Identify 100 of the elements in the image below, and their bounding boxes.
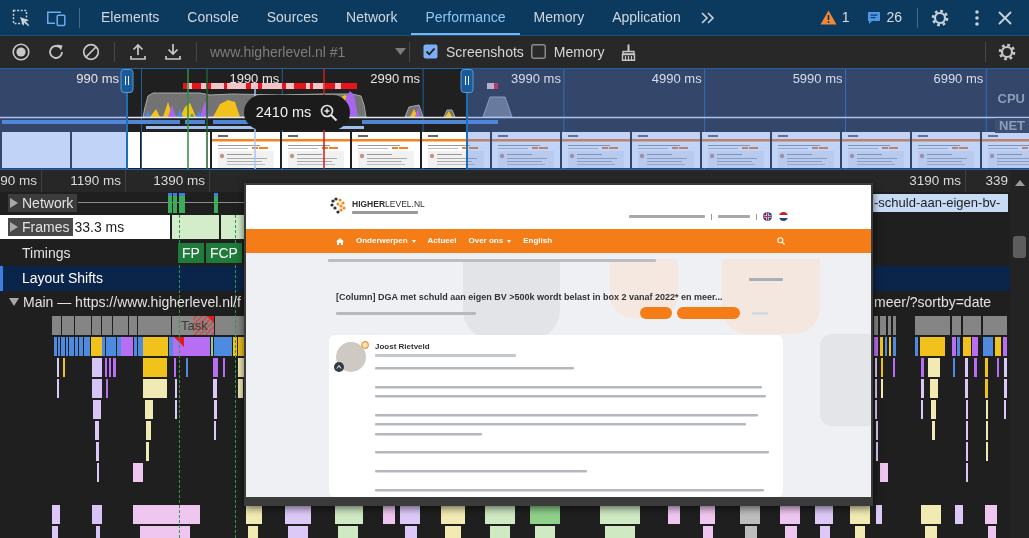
pill-shape xyxy=(640,307,672,319)
screenshot-thumbnail-drawing xyxy=(282,132,350,168)
warning-icon[interactable] xyxy=(819,10,837,25)
time-label: 3990 ms xyxy=(511,71,561,86)
more-tabs-icon[interactable] xyxy=(700,11,715,24)
flame-chart-row[interactable] xyxy=(57,379,243,398)
track-header[interactable]: Network xyxy=(8,194,78,212)
upload-icon[interactable] xyxy=(129,43,147,61)
timing-marker[interactable]: FCP xyxy=(205,243,242,263)
download-icon[interactable] xyxy=(164,43,182,61)
settings-icon[interactable] xyxy=(931,8,949,27)
text-placeholder-line xyxy=(718,215,750,218)
vertical-scrollbar[interactable] xyxy=(1010,170,1029,538)
caret-right-icon[interactable] xyxy=(10,222,18,232)
track-label: Layout Shifts xyxy=(22,270,103,287)
screenshot-thumbnail-drawing xyxy=(492,132,560,168)
text-placeholder-line xyxy=(749,278,783,281)
lane-label: NET xyxy=(995,118,1029,133)
long-task-strip xyxy=(487,83,498,89)
flame-chart-row[interactable] xyxy=(875,379,1007,398)
timing-marker[interactable]: FP xyxy=(178,243,204,263)
flame-chart-row[interactable] xyxy=(52,505,997,524)
tab[interactable]: Memory xyxy=(519,0,599,35)
checkbox-label[interactable]: Memory xyxy=(553,43,605,61)
ruler-tick-label: 1190 ms xyxy=(70,173,121,188)
screenshot-thumbnail-drawing xyxy=(352,132,420,168)
tab[interactable]: Sources xyxy=(252,0,333,35)
zoom-in-icon[interactable] xyxy=(320,103,339,122)
flame-chart-row[interactable] xyxy=(54,337,244,356)
track-label[interactable]: Network xyxy=(22,194,74,212)
badge-icon xyxy=(334,362,344,372)
checkbox[interactable] xyxy=(530,44,546,60)
flame-chart-row[interactable] xyxy=(875,358,1007,377)
more-options-icon[interactable] xyxy=(975,9,979,26)
network-request-bar[interactable]: -schuld-aan-eigen-bv- xyxy=(872,194,1008,212)
flame-chart-row[interactable] xyxy=(96,442,149,461)
clear-icon[interactable] xyxy=(82,43,100,61)
message-count[interactable]: 26 xyxy=(886,9,902,26)
blank-screenshot-thumbnail xyxy=(2,132,70,168)
screenshot-thumbnail-drawing xyxy=(212,132,280,168)
range-handle[interactable] xyxy=(120,69,134,169)
hover-time: 2410 ms xyxy=(255,103,312,122)
logo-icon xyxy=(330,197,347,216)
track-header[interactable]: Frames xyxy=(8,218,74,236)
track-label[interactable]: Frames xyxy=(22,218,70,236)
track-label[interactable]: Main — https://www.higherlevel.nl/f xyxy=(23,293,241,311)
scroll-up-icon[interactable] xyxy=(1014,180,1025,186)
reload-icon[interactable] xyxy=(47,43,65,61)
broom-icon[interactable] xyxy=(620,43,638,61)
time-label: 4990 ms xyxy=(651,71,702,86)
nav-menu-text: Onderwerpen xyxy=(356,236,408,246)
search-icon xyxy=(777,237,785,245)
time-label: 1990 ms xyxy=(229,71,280,86)
tab[interactable]: Console xyxy=(173,0,253,35)
flame-chart-row[interactable] xyxy=(93,400,217,419)
close-icon[interactable] xyxy=(998,10,1012,25)
inspect-icon[interactable] xyxy=(12,8,30,27)
tab[interactable]: Elements xyxy=(87,0,174,35)
flag-icon xyxy=(763,212,772,221)
warning-count[interactable]: 1 xyxy=(841,9,850,26)
tab[interactable]: Network xyxy=(332,0,412,35)
corner-marker-icon xyxy=(174,337,184,347)
flame-chart-row[interactable] xyxy=(57,358,244,377)
flame-chart-row[interactable] xyxy=(876,442,988,461)
message-icon[interactable] xyxy=(867,10,882,25)
nav-menu-text: Actueel xyxy=(427,236,457,246)
track-label: Timings xyxy=(22,244,71,262)
checkbox-label[interactable]: Screenshots xyxy=(446,43,524,61)
blank-screenshot-thumbnail xyxy=(142,132,210,168)
screenshot-thumbnail-drawing xyxy=(772,132,840,168)
author-name: Joost Rietveld xyxy=(375,342,431,351)
flame-chart-row[interactable] xyxy=(875,400,1006,419)
flag-icon xyxy=(779,212,788,221)
corner-marker-icon xyxy=(207,316,214,323)
ruler-tick-label: 1390 ms xyxy=(153,173,205,188)
ruler-tick-label: 90 ms xyxy=(0,173,37,188)
flame-chart-row[interactable] xyxy=(876,421,988,440)
scrollbar-thumb[interactable] xyxy=(1013,236,1026,258)
settings-icon[interactable] xyxy=(998,43,1016,61)
tab[interactable]: Performance xyxy=(411,0,520,35)
flame-chart-row[interactable] xyxy=(95,421,216,440)
record-icon[interactable] xyxy=(12,43,30,61)
range-handle[interactable] xyxy=(460,69,474,169)
flame-chart-row[interactable] xyxy=(874,337,1007,356)
screenshot-thumbnail-drawing xyxy=(422,132,490,168)
tab[interactable]: Application xyxy=(598,0,695,35)
flame-chart-row[interactable] xyxy=(880,463,968,482)
screenshot-thumbnail-drawing xyxy=(632,132,700,168)
pill-shape xyxy=(677,307,740,319)
caret-down-icon[interactable] xyxy=(9,298,19,306)
screenshot-thumbnail-drawing xyxy=(562,132,630,168)
text-placeholder-line xyxy=(352,211,418,214)
checkbox[interactable] xyxy=(423,44,438,60)
time-label: 990 ms xyxy=(76,71,119,86)
flame-chart-row[interactable] xyxy=(97,463,143,482)
flame-chart-row[interactable] xyxy=(52,526,996,538)
track-label[interactable]: meer/?sortby=date xyxy=(874,293,992,311)
caret-right-icon[interactable] xyxy=(10,198,18,208)
nav-menu-text: Over ons xyxy=(468,236,504,246)
screenshot-thumbnail-drawing xyxy=(702,132,770,168)
